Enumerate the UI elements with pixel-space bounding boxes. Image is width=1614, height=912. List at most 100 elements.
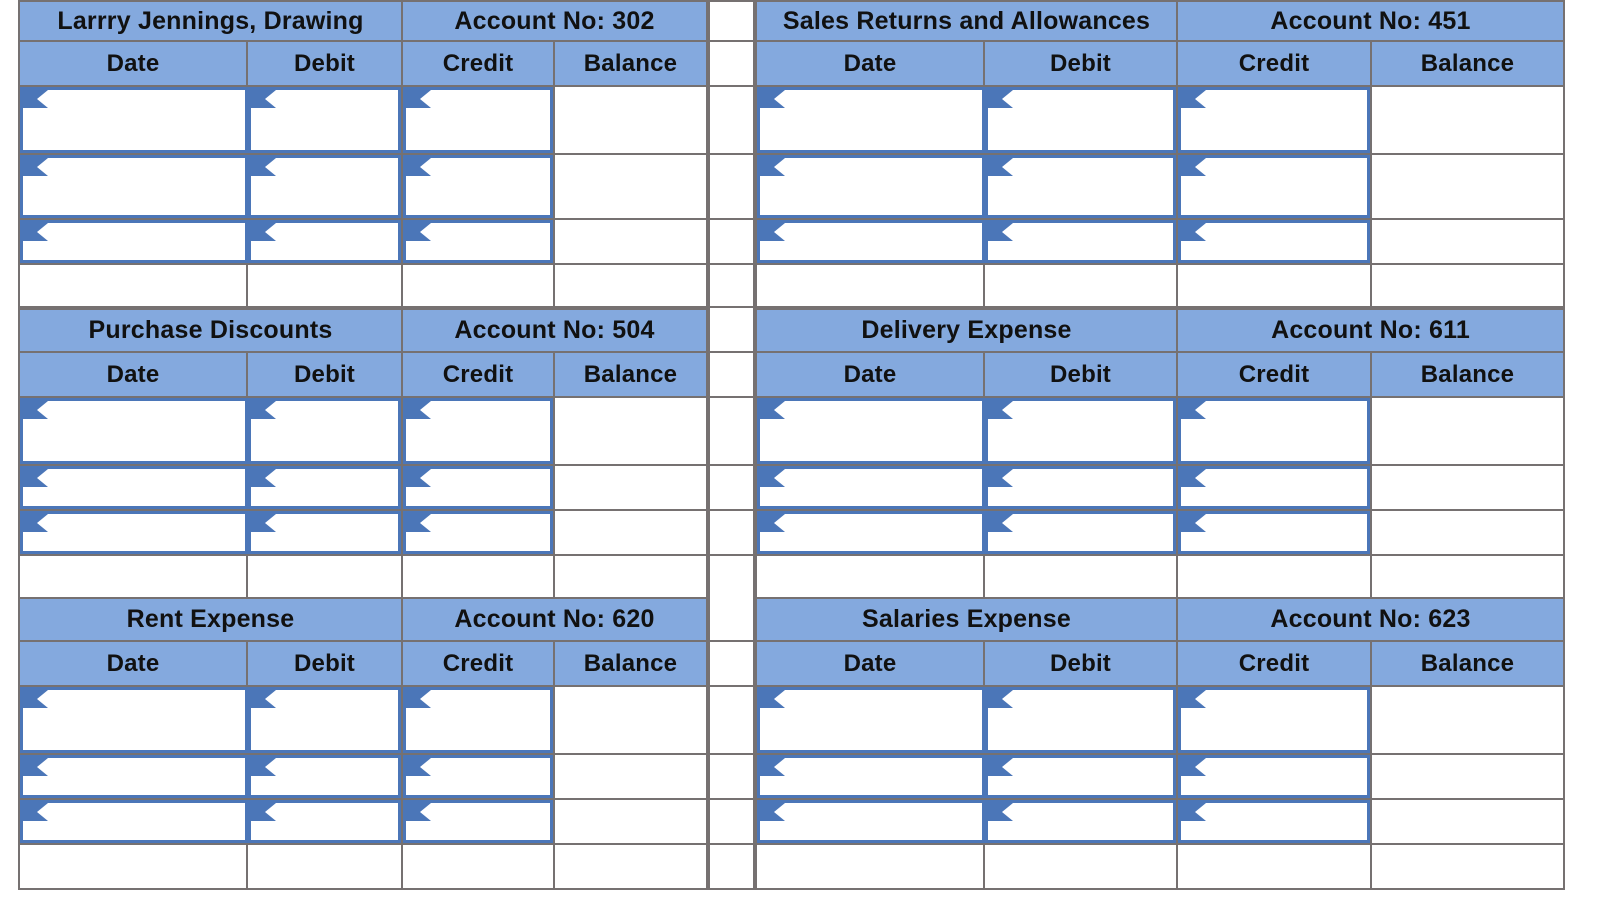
ledger-account-no-larrry-jennings-drawing: Account No: 302 <box>403 0 708 42</box>
input-credit-r1-sales-returns-and-allowances[interactable] <box>1178 87 1370 153</box>
input-debit-r2-rent-expense[interactable] <box>248 755 401 798</box>
gap-column-cell-s3-b6 <box>708 845 755 890</box>
cell-debit-r2-salaries-expense <box>985 755 1178 800</box>
cell-credit-r1-sales-returns-and-allowances <box>1178 87 1372 155</box>
input-credit-r3-salaries-expense[interactable] <box>1178 800 1370 843</box>
input-marker-flag-icon <box>1181 401 1206 419</box>
input-debit-r2-larrry-jennings-drawing[interactable] <box>248 155 401 218</box>
column-header-debit-purchase-discounts: Debit <box>248 353 403 398</box>
input-credit-r2-delivery-expense[interactable] <box>1178 466 1370 509</box>
input-date-r2-salaries-expense[interactable] <box>757 755 985 798</box>
input-marker-flag-icon <box>23 158 48 176</box>
cell-balance-r1-rent-expense <box>555 687 708 755</box>
input-date-r1-sales-returns-and-allowances[interactable] <box>757 87 985 153</box>
column-header-date-sales-returns-and-allowances: Date <box>755 42 985 87</box>
cell-debit-r3-purchase-discounts <box>248 511 403 556</box>
input-date-r3-purchase-discounts[interactable] <box>20 511 248 554</box>
input-marker-flag-icon <box>23 758 48 776</box>
input-debit-r1-delivery-expense[interactable] <box>985 398 1176 464</box>
ledger-account-no-purchase-discounts: Account No: 504 <box>403 308 708 353</box>
cell-balance-r3-purchase-discounts <box>555 511 708 556</box>
cell-balance-r3-larrry-jennings-drawing <box>555 220 708 265</box>
input-marker-flag-icon <box>760 90 785 108</box>
input-credit-r1-salaries-expense[interactable] <box>1178 687 1370 753</box>
input-debit-r2-sales-returns-and-allowances[interactable] <box>985 155 1176 218</box>
input-debit-r1-larrry-jennings-drawing[interactable] <box>248 87 401 153</box>
input-credit-r1-rent-expense[interactable] <box>403 687 553 753</box>
spacer-cell-0-rent-expense <box>18 845 248 890</box>
input-marker-flag-icon <box>1181 223 1206 241</box>
input-date-r3-larrry-jennings-drawing[interactable] <box>20 220 248 263</box>
cell-debit-r1-sales-returns-and-allowances <box>985 87 1178 155</box>
gap-column-cell-s2-b1 <box>708 308 755 353</box>
input-credit-r1-delivery-expense[interactable] <box>1178 398 1370 464</box>
input-date-r3-rent-expense[interactable] <box>20 800 248 843</box>
input-marker-flag-icon <box>251 690 276 708</box>
input-marker-flag-icon <box>406 401 431 419</box>
input-date-r2-sales-returns-and-allowances[interactable] <box>757 155 985 218</box>
input-date-r2-delivery-expense[interactable] <box>757 466 985 509</box>
input-credit-r2-purchase-discounts[interactable] <box>403 466 553 509</box>
input-date-r3-salaries-expense[interactable] <box>757 800 985 843</box>
input-marker-flag-icon <box>406 514 431 532</box>
input-credit-r1-purchase-discounts[interactable] <box>403 398 553 464</box>
input-date-r2-purchase-discounts[interactable] <box>20 466 248 509</box>
input-date-r1-salaries-expense[interactable] <box>757 687 985 753</box>
input-date-r2-rent-expense[interactable] <box>20 755 248 798</box>
input-debit-r1-rent-expense[interactable] <box>248 687 401 753</box>
input-debit-r3-delivery-expense[interactable] <box>985 511 1176 554</box>
input-date-r1-larrry-jennings-drawing[interactable] <box>20 87 248 153</box>
input-debit-r2-purchase-discounts[interactable] <box>248 466 401 509</box>
input-debit-r2-delivery-expense[interactable] <box>985 466 1176 509</box>
cell-date-r1-salaries-expense <box>755 687 985 755</box>
input-date-r1-purchase-discounts[interactable] <box>20 398 248 464</box>
input-debit-r3-salaries-expense[interactable] <box>985 800 1176 843</box>
input-credit-r3-larrry-jennings-drawing[interactable] <box>403 220 553 263</box>
input-credit-r3-rent-expense[interactable] <box>403 800 553 843</box>
input-marker-flag-icon <box>988 401 1013 419</box>
input-date-r3-delivery-expense[interactable] <box>757 511 985 554</box>
input-debit-r3-purchase-discounts[interactable] <box>248 511 401 554</box>
column-header-balance-sales-returns-and-allowances: Balance <box>1372 42 1565 87</box>
cell-debit-r3-delivery-expense <box>985 511 1178 556</box>
column-header-date-delivery-expense: Date <box>755 353 985 398</box>
input-credit-r2-larrry-jennings-drawing[interactable] <box>403 155 553 218</box>
input-debit-r1-purchase-discounts[interactable] <box>248 398 401 464</box>
cell-balance-r3-rent-expense <box>555 800 708 845</box>
column-header-credit-larrry-jennings-drawing: Credit <box>403 42 555 87</box>
input-credit-r3-purchase-discounts[interactable] <box>403 511 553 554</box>
ledger-title-rent-expense: Rent Expense <box>18 597 403 642</box>
input-debit-r3-sales-returns-and-allowances[interactable] <box>985 220 1176 263</box>
input-marker-flag-icon <box>760 469 785 487</box>
cell-debit-r3-larrry-jennings-drawing <box>248 220 403 265</box>
input-credit-r2-sales-returns-and-allowances[interactable] <box>1178 155 1370 218</box>
input-date-r1-delivery-expense[interactable] <box>757 398 985 464</box>
input-marker-flag-icon <box>251 803 276 821</box>
input-date-r1-rent-expense[interactable] <box>20 687 248 753</box>
input-credit-r3-sales-returns-and-allowances[interactable] <box>1178 220 1370 263</box>
input-credit-r3-delivery-expense[interactable] <box>1178 511 1370 554</box>
input-debit-r1-sales-returns-and-allowances[interactable] <box>985 87 1176 153</box>
input-marker-flag-icon <box>251 401 276 419</box>
input-marker-flag-icon <box>760 758 785 776</box>
input-credit-r2-rent-expense[interactable] <box>403 755 553 798</box>
column-header-credit-sales-returns-and-allowances: Credit <box>1178 42 1372 87</box>
gap-column-cell-s2-b6 <box>708 556 755 599</box>
input-debit-r3-rent-expense[interactable] <box>248 800 401 843</box>
input-debit-r3-larrry-jennings-drawing[interactable] <box>248 220 401 263</box>
column-header-credit-salaries-expense: Credit <box>1178 642 1372 687</box>
column-header-debit-sales-returns-and-allowances: Debit <box>985 42 1178 87</box>
input-date-r3-sales-returns-and-allowances[interactable] <box>757 220 985 263</box>
input-marker-flag-icon <box>406 158 431 176</box>
input-credit-r1-larrry-jennings-drawing[interactable] <box>403 87 553 153</box>
ledger-title-purchase-discounts: Purchase Discounts <box>18 308 403 353</box>
ledger-title-larrry-jennings-drawing: Larrry Jennings, Drawing <box>18 0 403 42</box>
input-marker-flag-icon <box>251 158 276 176</box>
input-debit-r2-salaries-expense[interactable] <box>985 755 1176 798</box>
spacer-cell-0-sales-returns-and-allowances <box>755 265 985 308</box>
input-credit-r2-salaries-expense[interactable] <box>1178 755 1370 798</box>
cell-date-r3-rent-expense <box>18 800 248 845</box>
input-date-r2-larrry-jennings-drawing[interactable] <box>20 155 248 218</box>
input-debit-r1-salaries-expense[interactable] <box>985 687 1176 753</box>
cell-credit-r2-larrry-jennings-drawing <box>403 155 555 220</box>
